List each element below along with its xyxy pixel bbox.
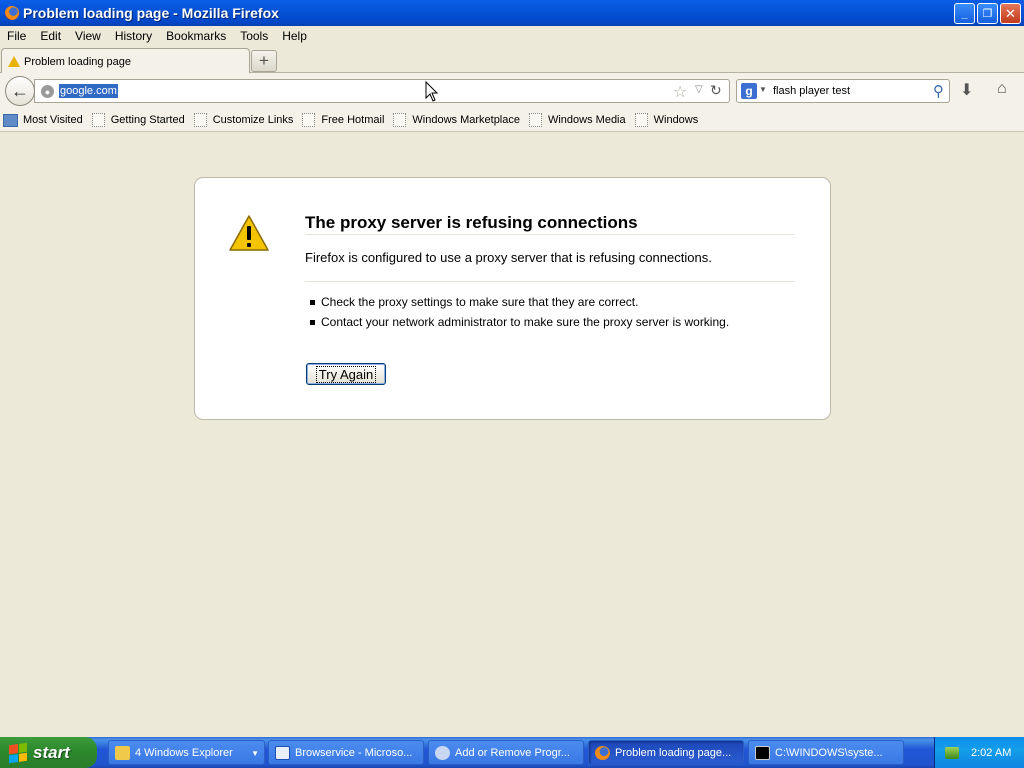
navigation-toolbar: ● google.com ☆ ▽ ↻ ← g ▼ flash player te… <box>0 73 1024 109</box>
most-visited-icon <box>3 113 18 127</box>
taskbar-command-prompt[interactable]: C:\WINDOWS\syste... <box>748 740 904 765</box>
bookmark-customize-links[interactable]: Customize Links <box>193 113 294 127</box>
download-icon[interactable]: ⬇ <box>960 80 973 100</box>
taskbar: start 4 Windows Explorer ▼ Browservice -… <box>0 737 1024 768</box>
bookmark-free-hotmail[interactable]: Free Hotmail <box>302 113 384 127</box>
taskbar-label: C:\WINDOWS\syste... <box>775 746 883 759</box>
menu-file[interactable]: File <box>0 29 33 43</box>
page-icon <box>528 113 542 127</box>
page-icon <box>302 113 316 127</box>
menu-view[interactable]: View <box>68 29 108 43</box>
menu-tools[interactable]: Tools <box>233 29 275 43</box>
reload-icon[interactable]: ↻ <box>710 82 722 99</box>
search-bar[interactable]: g ▼ flash player test ⚲ <box>736 79 950 103</box>
mouse-cursor-icon <box>425 81 439 102</box>
search-input[interactable]: flash player test <box>773 85 850 97</box>
magnifier-icon[interactable]: ⚲ <box>933 82 944 100</box>
search-engine-icon[interactable]: g <box>741 83 757 99</box>
error-suggestions: Check the proxy settings to make sure th… <box>310 294 729 334</box>
minimize-button[interactable]: _ <box>954 3 975 24</box>
tab-strip: Problem loading page + <box>0 46 1024 74</box>
taskbar-browservice[interactable]: Browservice - Microso... <box>268 740 424 765</box>
bookmark-label: Most Visited <box>23 114 83 126</box>
firefox-icon <box>595 745 610 760</box>
programs-icon <box>435 745 450 760</box>
system-tray: 2:02 AM <box>934 737 1024 768</box>
error-panel: The proxy server is refusing connections… <box>194 177 831 420</box>
bookmark-getting-started[interactable]: Getting Started <box>91 113 185 127</box>
url-text[interactable]: google.com <box>59 84 118 98</box>
page-icon <box>91 113 105 127</box>
taskbar-windows-explorer[interactable]: 4 Windows Explorer ▼ <box>108 740 265 765</box>
taskbar-label: Add or Remove Progr... <box>455 746 570 759</box>
globe-icon: ● <box>41 85 54 98</box>
try-again-label: Try Again <box>315 365 377 383</box>
restore-button[interactable]: ❐ <box>977 3 998 24</box>
document-icon <box>275 745 290 760</box>
error-title: The proxy server is refusing connections <box>305 213 638 232</box>
network-icon[interactable] <box>945 746 959 759</box>
page-icon <box>193 113 207 127</box>
group-arrow-icon: ▼ <box>251 749 259 758</box>
bookmark-windows-marketplace[interactable]: Windows Marketplace <box>393 113 520 127</box>
bookmark-label: Free Hotmail <box>321 114 385 126</box>
menu-bar: File Edit View History Bookmarks Tools H… <box>0 26 1024 46</box>
bookmark-label: Windows Marketplace <box>412 114 520 126</box>
window-title: Problem loading page - Mozilla Firefox <box>23 5 279 21</box>
start-label: start <box>33 742 70 762</box>
bookmark-label: Customize Links <box>212 114 294 126</box>
menu-history[interactable]: History <box>108 29 159 43</box>
page-icon <box>393 113 407 127</box>
search-engine-dropdown-icon[interactable]: ▼ <box>759 85 767 94</box>
try-again-button[interactable]: Try Again <box>306 363 386 385</box>
windows-logo-icon <box>9 742 27 763</box>
bookmark-windows[interactable]: Windows <box>634 113 699 127</box>
warning-icon <box>229 215 269 251</box>
page-content: The proxy server is refusing connections… <box>0 133 1024 737</box>
home-icon[interactable]: ⌂ <box>997 80 1007 98</box>
bookmark-most-visited[interactable]: Most Visited <box>3 113 83 127</box>
warning-icon <box>8 56 20 67</box>
taskbar-add-remove-programs[interactable]: Add or Remove Progr... <box>428 740 584 765</box>
cmd-icon <box>755 745 770 760</box>
clock[interactable]: 2:02 AM <box>971 747 1011 759</box>
taskbar-firefox[interactable]: Problem loading page... <box>588 740 744 765</box>
close-button[interactable]: ✕ <box>1000 3 1021 24</box>
divider <box>305 281 795 282</box>
url-bar[interactable]: ● google.com ☆ ▽ ↻ <box>34 79 730 103</box>
menu-edit[interactable]: Edit <box>33 29 68 43</box>
tab-problem-loading-page[interactable]: Problem loading page <box>1 48 250 74</box>
back-button[interactable]: ← <box>5 76 35 106</box>
window-titlebar[interactable]: Problem loading page - Mozilla Firefox _… <box>0 0 1024 26</box>
bookmarks-toolbar: Most Visited Getting Started Customize L… <box>0 109 1024 132</box>
start-button[interactable]: start <box>0 737 97 768</box>
divider <box>305 234 795 235</box>
bookmark-label: Windows Media <box>547 114 626 126</box>
suggestion-item: Contact your network administrator to ma… <box>310 314 729 334</box>
bookmark-label: Getting Started <box>110 114 185 126</box>
taskbar-label: 4 Windows Explorer <box>135 746 233 759</box>
bookmark-windows-media[interactable]: Windows Media <box>528 113 626 127</box>
page-icon <box>634 113 648 127</box>
suggestion-item: Check the proxy settings to make sure th… <box>310 294 729 314</box>
history-dropdown-icon[interactable]: ▽ <box>695 84 703 95</box>
menu-bookmarks[interactable]: Bookmarks <box>159 29 233 43</box>
tab-label: Problem loading page <box>24 55 132 68</box>
taskbar-label: Problem loading page... <box>615 746 732 759</box>
folder-icon <box>115 745 130 760</box>
error-description: Firefox is configured to use a proxy ser… <box>305 250 712 265</box>
firefox-icon <box>5 6 19 20</box>
new-tab-button[interactable]: + <box>251 50 277 72</box>
menu-help[interactable]: Help <box>275 29 314 43</box>
bookmark-label: Windows <box>653 114 699 126</box>
bookmark-star-icon[interactable]: ☆ <box>673 82 687 102</box>
taskbar-label: Browservice - Microso... <box>295 746 413 759</box>
